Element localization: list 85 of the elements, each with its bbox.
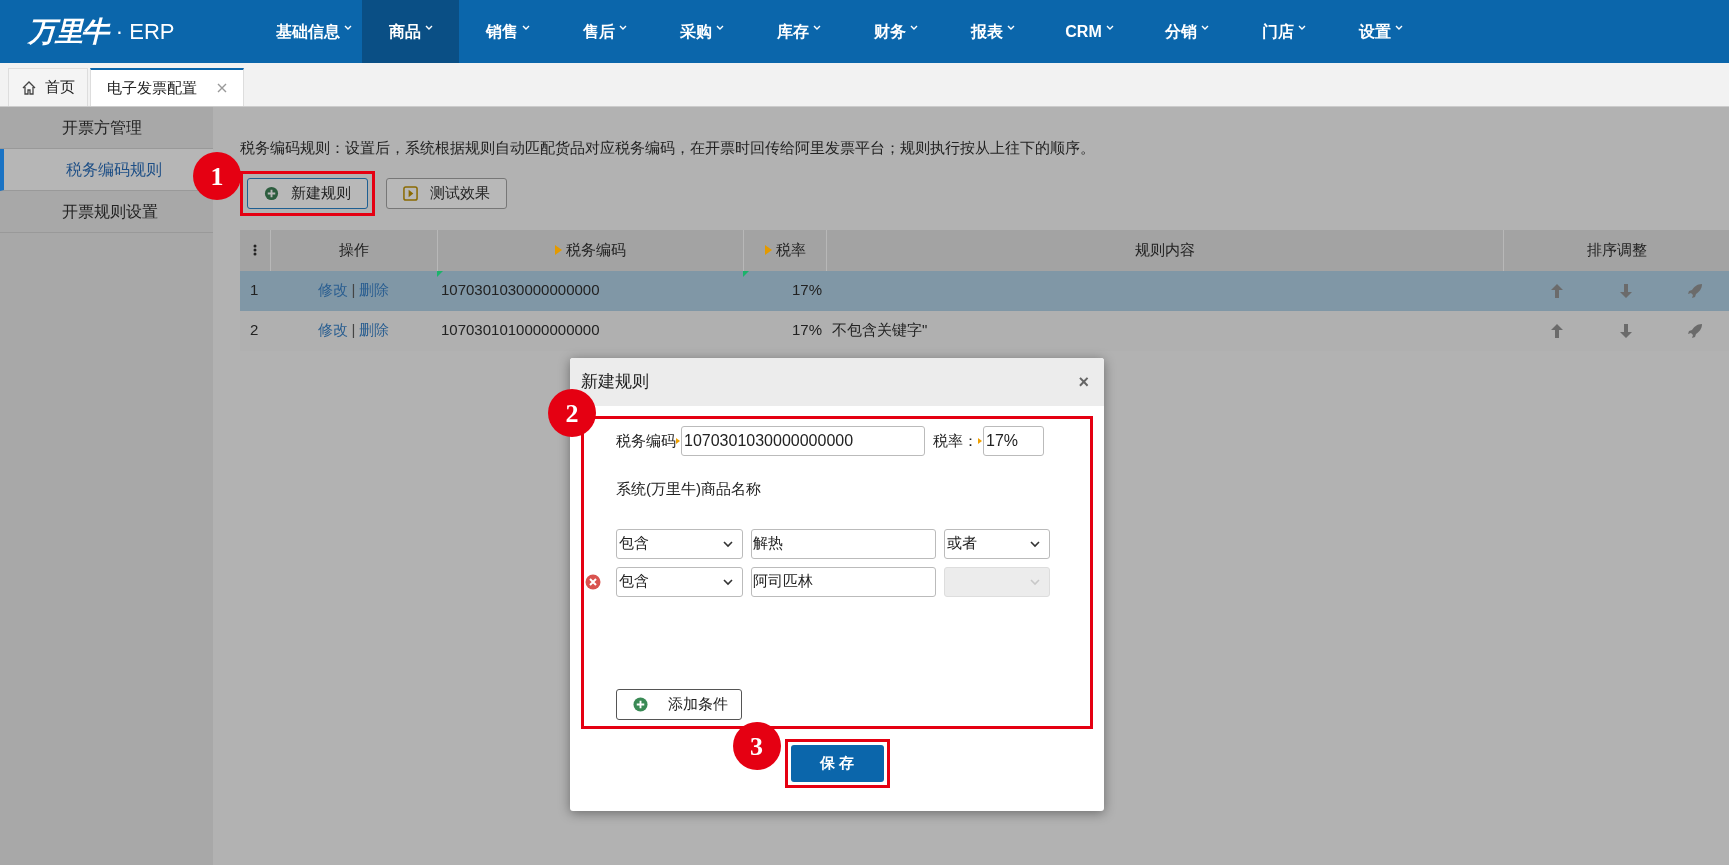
nav-item[interactable]: 商品: [362, 0, 459, 63]
caret-icon: [1105, 24, 1114, 31]
nav-item[interactable]: CRM: [1041, 0, 1138, 63]
rule-description: 税务编码规则：设置后，系统根据规则自动匹配货品对应税务编码，在开票时回传给阿里发票平台；规则执行按从上往下的顺序。: [240, 138, 1096, 158]
test-effect-button[interactable]: 测试效果: [386, 178, 507, 209]
nav-item[interactable]: 财务: [847, 0, 944, 63]
tax-code-cell-text: 1070301030000000000: [441, 280, 600, 301]
arrow-up-icon[interactable]: [1549, 322, 1566, 339]
step-marker: 1: [193, 152, 241, 200]
more-vertical-icon[interactable]: [253, 244, 257, 256]
caret-icon: [521, 24, 530, 31]
tax-rate-cell-text: 17%: [791, 280, 822, 301]
required-marker-icon: [978, 438, 982, 444]
add-condition-button[interactable]: 添加条件: [616, 689, 742, 720]
page-tab[interactable]: 电子发票配置: [90, 68, 244, 106]
caret-icon: [343, 24, 352, 31]
edit-link[interactable]: 修改: [317, 319, 348, 342]
nav-item[interactable]: 设置: [1332, 0, 1429, 63]
remove-icon[interactable]: [585, 573, 601, 590]
section-label: 系统(万里牛)商品名称: [616, 479, 762, 499]
column-header: 排序调整: [1503, 229, 1729, 271]
close-icon[interactable]: [217, 83, 227, 93]
new-rule-button[interactable]: 新建规则: [247, 178, 368, 209]
column-header[interactable]: 税务编码: [437, 229, 743, 271]
plus-circle-icon: [264, 186, 279, 201]
cell-changed-icon: [743, 270, 749, 277]
column-header: 规则内容: [826, 229, 1503, 271]
step-marker: 3: [732, 722, 781, 770]
chevron-down-icon: [1029, 539, 1041, 548]
chevron-down-icon: [722, 539, 734, 548]
arrow-down-icon[interactable]: [1618, 282, 1634, 299]
nav-item[interactable]: 采购: [653, 0, 750, 63]
plus-circle-icon: [633, 697, 648, 712]
arrow-down-icon[interactable]: [1618, 322, 1634, 339]
nav-item[interactable]: 销售: [459, 0, 556, 63]
keyword-field[interactable]: 阿司匹林: [751, 566, 936, 597]
page-tab[interactable]: 首页: [8, 68, 88, 106]
tax-code-cell-text: 1070301010000000000: [441, 320, 600, 341]
link-separator: |: [351, 280, 356, 301]
tax-rate-field[interactable]: 17%: [983, 426, 1044, 456]
sort-triangle-icon: [555, 245, 562, 255]
caret-icon: [1200, 24, 1209, 31]
caret-icon: [618, 24, 627, 31]
rocket-icon[interactable]: [1686, 322, 1703, 339]
field-label: 税率：: [933, 430, 978, 451]
column-header[interactable]: 税率: [743, 229, 826, 271]
nav-item[interactable]: 售后: [556, 0, 653, 63]
chevron-down-icon: [722, 577, 734, 586]
rule-content-cell: 不包含关键字": [832, 321, 928, 339]
caret-icon: [1006, 24, 1015, 31]
caret-icon: [1297, 24, 1306, 31]
nav-item[interactable]: 门店: [1235, 0, 1332, 63]
join-dropdown[interactable]: 或者: [944, 528, 1050, 559]
caret-icon: [424, 24, 433, 31]
play-icon: [403, 186, 418, 201]
field-label: 税务编码: [616, 430, 676, 451]
logo-product: · ERP: [115, 18, 175, 46]
arrow-up-icon[interactable]: [1549, 282, 1566, 299]
caret-icon: [812, 24, 821, 31]
row-index: 1: [249, 280, 260, 301]
delete-link[interactable]: 删除: [359, 319, 390, 342]
tax-code-field[interactable]: 1070301030000000000: [681, 426, 925, 456]
required-marker-icon: [676, 438, 680, 444]
tax-rate-cell-text: 17%: [791, 320, 822, 341]
nav-item[interactable]: 分销: [1138, 0, 1235, 63]
sidebar-item[interactable]: 税务编码规则: [0, 149, 213, 191]
close-button[interactable]: ×: [1078, 368, 1093, 396]
caret-icon: [715, 24, 724, 31]
chevron-down-icon: [1029, 577, 1041, 586]
caret-icon: [1394, 24, 1403, 31]
link-separator: |: [351, 320, 356, 341]
match-dropdown[interactable]: 包含: [616, 528, 743, 559]
table-row[interactable]: 1 修改 | 删除 1070301030000000000 17%: [240, 270, 1729, 311]
nav-item[interactable]: 库存: [750, 0, 847, 63]
caret-icon: [909, 24, 918, 31]
rocket-icon[interactable]: [1686, 282, 1703, 299]
keyword-field[interactable]: 解热: [751, 528, 936, 559]
row-index: 2: [249, 320, 260, 341]
match-dropdown[interactable]: 包含: [616, 566, 743, 597]
column-header: 操作: [270, 229, 437, 271]
home-icon: [21, 79, 37, 96]
nav-item[interactable]: 基础信息: [265, 0, 362, 63]
nav-item[interactable]: 报表: [944, 0, 1041, 63]
sort-triangle-icon: [764, 245, 772, 255]
save-button[interactable]: 保 存: [790, 745, 884, 782]
